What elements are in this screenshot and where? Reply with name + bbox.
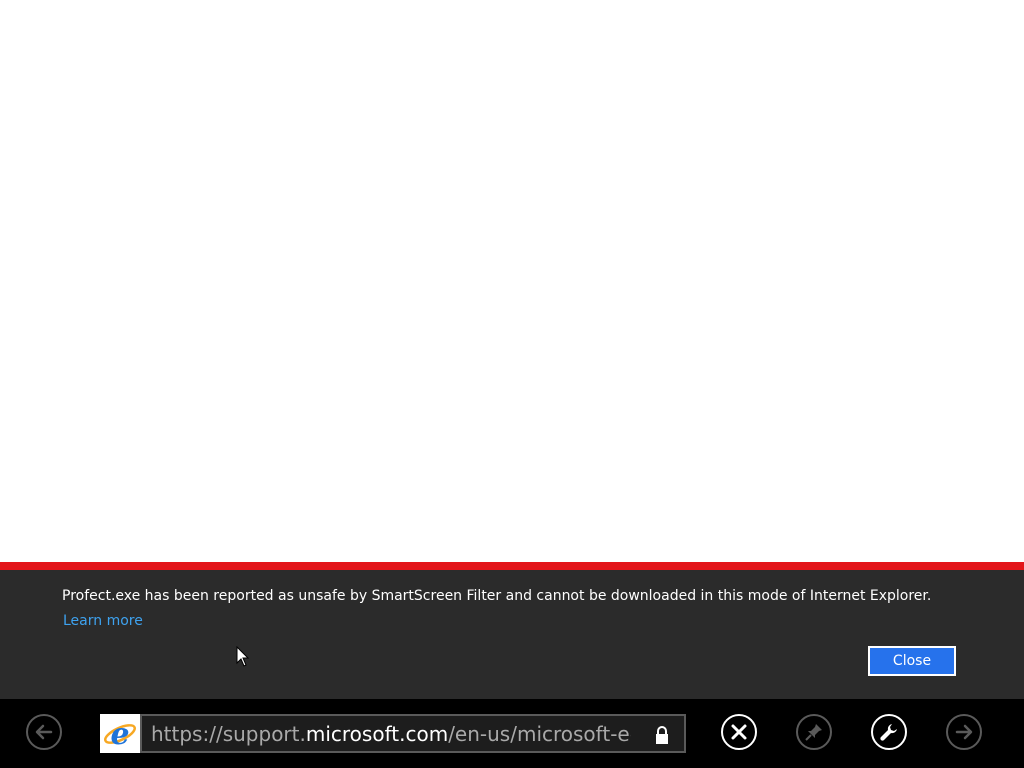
browser-window: Profect.exe has been reported as unsafe … <box>0 0 1024 768</box>
url-path: /en-us/microsoft-edge <box>448 721 631 746</box>
internet-explorer-icon: e <box>100 714 140 753</box>
svg-text:e: e <box>110 717 129 751</box>
mouse-cursor-icon <box>236 646 250 667</box>
page-content <box>0 0 1024 562</box>
url-field[interactable]: https://support.microsoft.com/en-us/micr… <box>140 714 686 753</box>
url-text: https://support.microsoft.com/en-us/micr… <box>151 722 631 746</box>
url-host: microsoft.com <box>305 721 449 746</box>
back-button[interactable] <box>26 714 62 750</box>
url-subdomain: support. <box>222 721 306 746</box>
page-tools-button[interactable] <box>871 714 907 750</box>
wrench-icon <box>880 724 897 741</box>
warning-stripe <box>0 562 1024 570</box>
pin-icon <box>805 724 822 741</box>
pin-button[interactable] <box>796 714 832 750</box>
stop-icon <box>731 724 747 740</box>
lock-icon[interactable] <box>654 726 670 744</box>
forward-icon <box>955 724 973 740</box>
address-bar: e https://support.microsoft.com/en-us/mi… <box>100 714 686 753</box>
smartscreen-notification-bar: Profect.exe has been reported as unsafe … <box>0 562 1024 699</box>
learn-more-link[interactable]: Learn more <box>63 613 143 629</box>
back-icon <box>35 724 53 740</box>
notification-message: Profect.exe has been reported as unsafe … <box>62 588 932 604</box>
url-scheme: https:// <box>151 721 223 746</box>
navigation-app-bar: e https://support.microsoft.com/en-us/mi… <box>0 699 1024 768</box>
close-button[interactable]: Close <box>868 646 956 676</box>
forward-button[interactable] <box>946 714 982 750</box>
stop-button[interactable] <box>721 714 757 750</box>
